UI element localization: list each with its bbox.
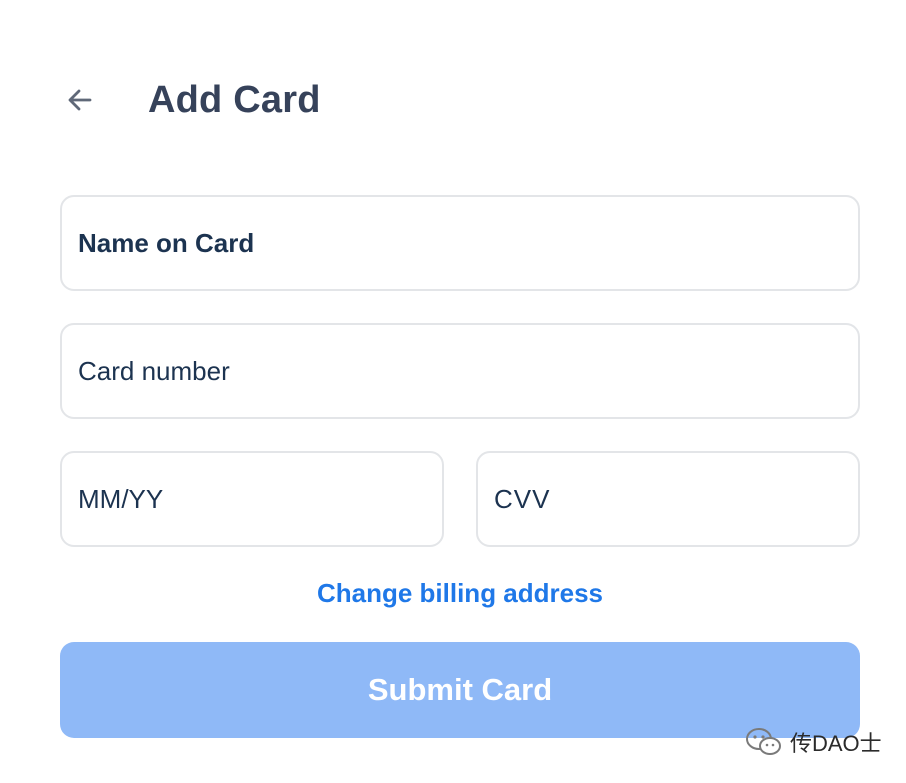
card-number-field[interactable] bbox=[60, 323, 860, 419]
header: Add Card bbox=[60, 72, 321, 128]
add-card-page: Add Card Change billing address Submit C… bbox=[0, 0, 906, 783]
name-on-card-field[interactable] bbox=[60, 195, 860, 291]
wechat-icon bbox=[746, 728, 781, 755]
page-title: Add Card bbox=[148, 78, 321, 121]
cvv-input[interactable] bbox=[478, 453, 858, 545]
change-billing-address-link[interactable]: Change billing address bbox=[0, 578, 906, 609]
submit-card-button[interactable]: Submit Card bbox=[60, 642, 860, 738]
back-button[interactable] bbox=[60, 80, 100, 120]
name-on-card-input[interactable] bbox=[62, 197, 858, 289]
expiry-field[interactable] bbox=[60, 451, 444, 547]
watermark-text: 传DAO士 bbox=[790, 731, 882, 756]
watermark: 传DAO士 bbox=[744, 726, 882, 758]
arrow-left-icon bbox=[68, 89, 92, 111]
cvv-field[interactable] bbox=[476, 451, 860, 547]
expiry-input[interactable] bbox=[62, 453, 442, 545]
card-number-input[interactable] bbox=[62, 325, 858, 417]
